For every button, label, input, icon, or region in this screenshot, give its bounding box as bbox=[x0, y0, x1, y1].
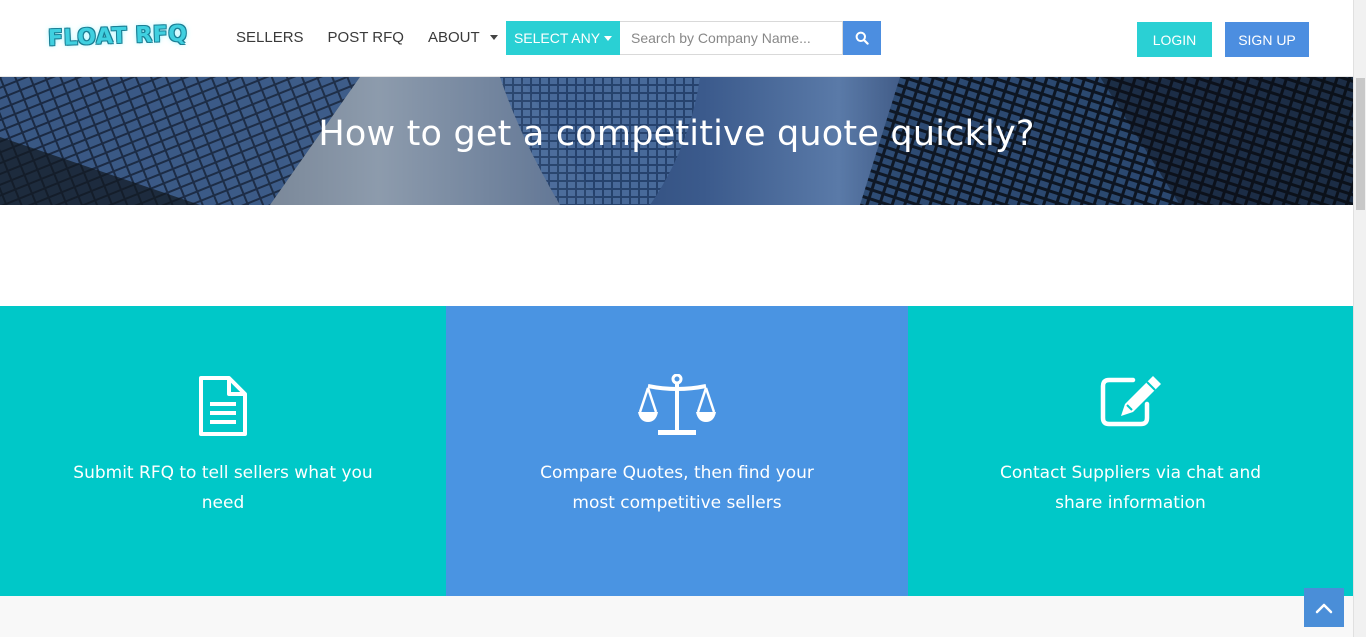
feature-compare-quotes: Compare Quotes, then find your most comp… bbox=[446, 306, 908, 596]
hero-title: How to get a competitive quote quickly? bbox=[318, 114, 1035, 154]
footer-area bbox=[0, 596, 1353, 637]
feature-compare-quotes-text: Compare Quotes, then find your most comp… bbox=[540, 463, 814, 513]
document-icon bbox=[199, 376, 247, 436]
search-input[interactable] bbox=[620, 21, 843, 55]
caret-down-icon bbox=[604, 35, 613, 41]
nav-post-rfq[interactable]: POST RFQ bbox=[328, 29, 404, 46]
select-any-label: SELECT ANY bbox=[513, 30, 601, 46]
login-button[interactable]: LOGIN bbox=[1137, 22, 1212, 57]
page-scrollbar[interactable] bbox=[1353, 0, 1366, 637]
feature-submit-rfq-text: Submit RFQ to tell sellers what you need bbox=[73, 463, 373, 513]
chevron-up-icon bbox=[1315, 603, 1333, 613]
features-section: Submit RFQ to tell sellers what you need… bbox=[0, 306, 1353, 596]
hero-banner: How to get a competitive quote quickly? bbox=[0, 77, 1353, 205]
select-any-dropdown[interactable]: SELECT ANY bbox=[506, 21, 620, 55]
main-nav: SELLERS POST RFQ ABOUT bbox=[236, 29, 522, 46]
site-header: FLOAT RFQ SELLERS POST RFQ ABOUT SELECT … bbox=[0, 0, 1353, 77]
logo[interactable]: FLOAT RFQ bbox=[48, 22, 188, 52]
spacer-section bbox=[0, 205, 1353, 306]
feature-contact-suppliers: Contact Suppliers via chat and share inf… bbox=[908, 306, 1353, 596]
nav-post-rfq-label: POST RFQ bbox=[327, 29, 404, 46]
balance-scale-icon bbox=[638, 374, 716, 435]
signup-button[interactable]: SIGN UP bbox=[1225, 22, 1309, 57]
search-button[interactable] bbox=[843, 21, 881, 55]
search-icon bbox=[855, 31, 869, 45]
edit-icon bbox=[1100, 376, 1161, 427]
scrollbar-thumb[interactable] bbox=[1356, 78, 1365, 210]
search-group: SELECT ANY bbox=[506, 21, 881, 55]
nav-sellers[interactable]: SELLERS bbox=[236, 29, 304, 46]
feature-submit-rfq: Submit RFQ to tell sellers what you need bbox=[0, 306, 446, 596]
caret-down-icon bbox=[489, 35, 498, 40]
nav-about[interactable]: ABOUT bbox=[428, 29, 498, 46]
scroll-to-top-button[interactable] bbox=[1304, 588, 1344, 627]
feature-contact-suppliers-text: Contact Suppliers via chat and share inf… bbox=[999, 463, 1262, 513]
nav-sellers-label: SELLERS bbox=[236, 29, 304, 46]
nav-about-label: ABOUT bbox=[427, 29, 480, 46]
